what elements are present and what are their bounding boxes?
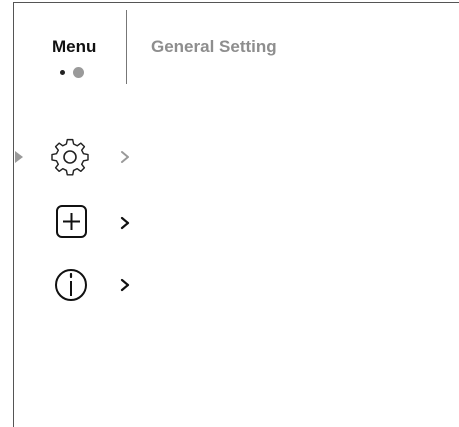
chevron-right-icon xyxy=(120,216,130,230)
page-indicator xyxy=(60,66,100,80)
menu-item-info[interactable] xyxy=(50,265,150,305)
screen-frame-top xyxy=(13,2,459,3)
chevron-right-icon xyxy=(120,278,130,292)
gear-icon xyxy=(51,138,89,176)
info-circle-icon xyxy=(55,269,87,301)
chevron-right-icon xyxy=(121,151,129,163)
menu-item-general-settings[interactable] xyxy=(50,137,150,177)
add-box-icon xyxy=(56,205,87,238)
section-title: General Setting xyxy=(151,37,277,56)
selection-pointer-icon xyxy=(15,151,23,163)
page-dot-2-active[interactable] xyxy=(73,67,84,78)
menu-title: Menu xyxy=(52,37,97,56)
menu-item-add[interactable] xyxy=(50,203,150,243)
header-divider xyxy=(126,10,127,84)
screen-frame-left xyxy=(13,2,14,427)
page-dot-1[interactable] xyxy=(60,70,65,75)
